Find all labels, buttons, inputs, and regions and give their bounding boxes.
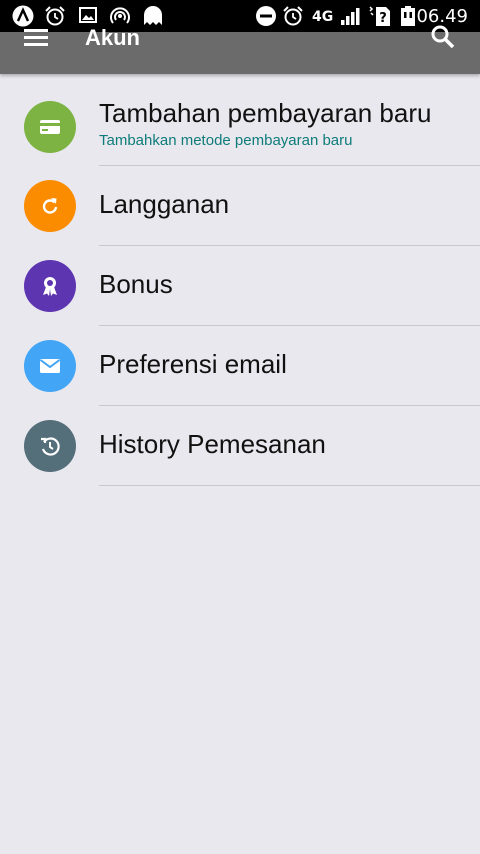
list-item-email-preferences[interactable]: Preferensi email (0, 326, 480, 406)
item-label: Bonus (99, 269, 173, 299)
item-label: Preferensi email (99, 349, 287, 379)
no-sim-icon: ? (369, 6, 390, 26)
battery-icon (401, 6, 415, 26)
bonus-icon-circle (24, 260, 76, 312)
network-type: 4G (312, 9, 334, 25)
list-item-bonus[interactable]: Bonus (0, 246, 480, 326)
list-item-payment[interactable]: Tambahan pembayaran baru Tambahkan metod… (0, 74, 480, 166)
ghost-icon (144, 6, 162, 25)
page-title: Akun (85, 25, 140, 50)
item-sublabel: Tambahkan metode pembayaran baru (99, 132, 353, 149)
divider (99, 485, 480, 486)
email-icon-circle (24, 340, 76, 392)
svg-text:?: ? (379, 11, 387, 26)
app-a-icon (12, 5, 34, 27)
payment-icon-circle (24, 101, 76, 153)
subscription-icon-circle (24, 180, 76, 232)
account-menu-list: Tambahan pembayaran baru Tambahkan metod… (0, 74, 480, 486)
dnd-icon (256, 6, 276, 26)
item-label: Langganan (99, 189, 230, 219)
list-item-subscription[interactable]: Langganan (0, 166, 480, 246)
alarm-icon (283, 6, 303, 26)
status-bar: 4G ? 06.49 (0, 0, 480, 32)
hotspot-icon (110, 7, 130, 24)
credit-card-icon (40, 120, 60, 134)
history-icon (41, 437, 60, 456)
image-icon (79, 7, 97, 23)
award-icon (43, 277, 57, 296)
app-bar: Akun (0, 25, 480, 74)
item-label: Tambahan pembayaran baru (99, 98, 432, 128)
signal-icon (341, 8, 360, 25)
item-label: History Pemesanan (99, 429, 326, 459)
search-icon[interactable] (430, 24, 456, 50)
list-item-order-history[interactable]: History Pemesanan (0, 406, 480, 486)
mail-icon (39, 359, 61, 373)
refresh-icon (42, 198, 58, 214)
alarm-icon (45, 6, 65, 26)
history-icon-circle (24, 420, 76, 472)
menu-icon[interactable] (24, 27, 50, 49)
